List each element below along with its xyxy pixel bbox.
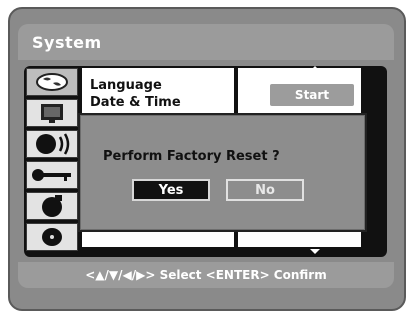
yes-button[interactable]: Yes	[132, 179, 210, 201]
sidebar-item-disc[interactable]	[26, 223, 78, 251]
scroll-up-icon	[310, 66, 320, 71]
dialog-message: Perform Factory Reset ?	[103, 149, 280, 164]
sidebar	[26, 68, 78, 255]
menu-item-date-time[interactable]: Date & Time	[90, 95, 181, 110]
globe-icon	[36, 73, 68, 91]
sidebar-item-disc-player[interactable]	[26, 192, 78, 220]
start-button[interactable]: Start	[270, 84, 354, 106]
disc-icon	[42, 228, 62, 246]
no-button[interactable]: No	[226, 179, 304, 201]
sidebar-item-speaker[interactable]	[26, 130, 78, 158]
scroll-down-icon	[310, 249, 320, 254]
key-icon	[32, 169, 71, 181]
sidebar-item-globe[interactable]	[26, 68, 78, 96]
menu-item-language[interactable]: Language	[90, 78, 162, 93]
page-title: System	[32, 33, 102, 52]
speaker-icon	[36, 133, 70, 155]
footer-hint: <▲/▼/◀/▶> Select <ENTER> Confirm	[18, 262, 394, 288]
disc-player-icon	[42, 195, 62, 217]
sidebar-item-display[interactable]	[26, 99, 78, 127]
sidebar-item-key[interactable]	[26, 161, 78, 189]
display-icon	[41, 104, 63, 123]
factory-reset-dialog: Perform Factory Reset ? Yes No	[78, 113, 367, 232]
